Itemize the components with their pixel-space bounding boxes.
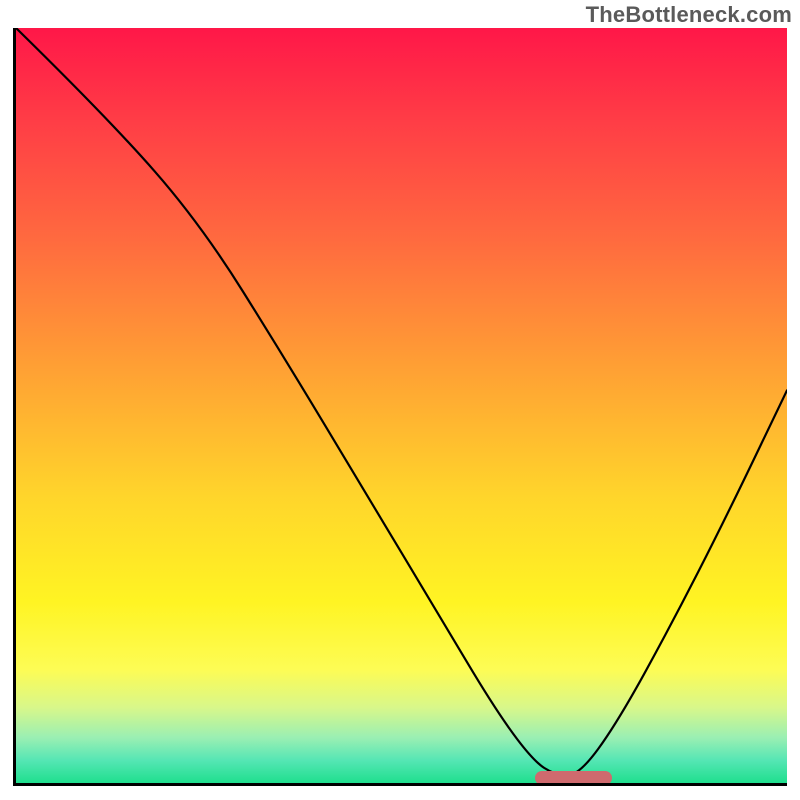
watermark-text: TheBottleneck.com xyxy=(586,2,792,28)
bottleneck-marker xyxy=(535,771,612,785)
curve-path xyxy=(16,28,787,775)
chart-stage: TheBottleneck.com xyxy=(0,0,800,800)
plot-area xyxy=(13,28,787,786)
curve-svg xyxy=(16,28,787,783)
